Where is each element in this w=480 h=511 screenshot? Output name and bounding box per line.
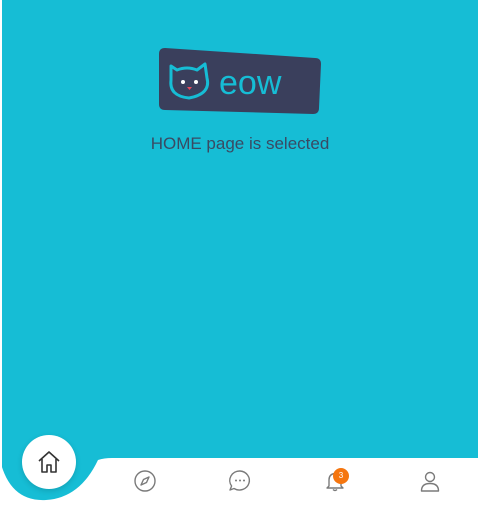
- tab-messages[interactable]: [226, 466, 254, 496]
- svg-text:eow: eow: [219, 64, 282, 102]
- tab-profile[interactable]: [416, 466, 444, 496]
- tab-explore[interactable]: [131, 466, 159, 496]
- chat-bubble-icon: [229, 470, 251, 491]
- meow-logo: eow: [159, 48, 321, 114]
- compass-icon: [134, 470, 156, 492]
- tab-home[interactable]: [22, 435, 76, 489]
- home-icon: [38, 451, 60, 473]
- status-message: HOME page is selected: [150, 134, 330, 153]
- notification-badge: 3: [333, 468, 349, 484]
- user-icon: [420, 471, 440, 492]
